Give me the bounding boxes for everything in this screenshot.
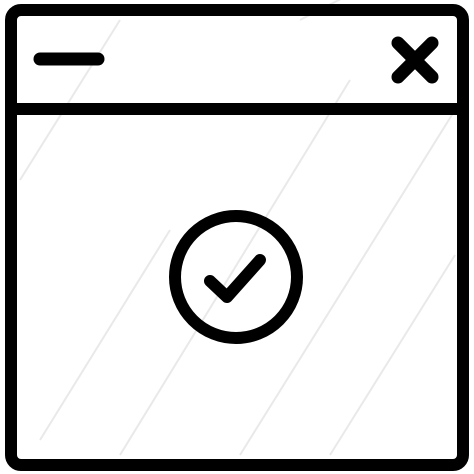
close-icon[interactable] bbox=[391, 36, 439, 84]
browser-window-icon bbox=[5, 4, 469, 471]
check-circle-icon bbox=[169, 210, 303, 344]
window-check-icon-canvas bbox=[0, 0, 474, 474]
